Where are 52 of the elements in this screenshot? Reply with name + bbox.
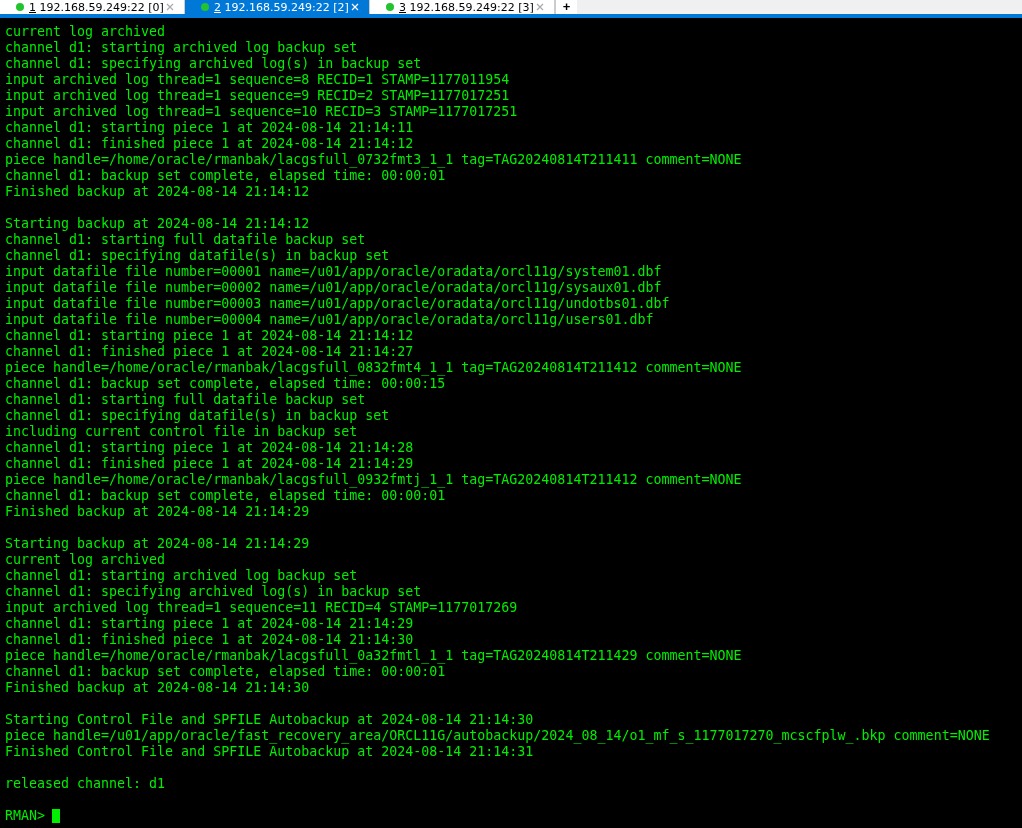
terminal-line: Starting Control File and SPFILE Autobackup at 2024-08-14 21:14:30	[5, 712, 534, 728]
terminal-line: piece handle=/home/oracle/rmanbak/lacgsfull_0732fmt3_1_1 tag=TAG20240814T211411 comment=NONE	[5, 152, 742, 168]
terminal-line: channel d1: backup set complete, elapsed time: 00:00:01	[5, 664, 446, 680]
terminal-line: piece handle=/home/oracle/rmanbak/lacgsfull_0a32fmtl_1_1 tag=TAG20240814T211429 comment=NONE	[5, 648, 742, 664]
terminal-line: input archived log thread=1 sequence=9 RECID=2 STAMP=1177017251	[5, 88, 510, 104]
terminal-line: channel d1: starting piece 1 at 2024-08-14 21:14:12	[5, 328, 414, 344]
terminal-line: channel d1: starting full datafile backup set	[5, 232, 366, 248]
text-cursor	[52, 809, 61, 823]
terminal-line: channel d1: specifying datafile(s) in backup set	[5, 408, 390, 424]
terminal-line: Finished Control File and SPFILE Autobackup at 2024-08-14 21:14:31	[5, 744, 534, 760]
terminal-line: input datafile file number=00004 name=/u01/app/oracle/oradata/orcl11g/users01.dbf	[5, 312, 654, 328]
terminal-line: piece handle=/u01/app/oracle/fast_recovery_area/ORCL11G/autobackup/2024_08_14/o1_mf_s_1177017270_mcscfplw_.bkp comment=NONE	[5, 728, 990, 744]
session-tab[interactable]: 1 192.168.59.249:22 [0]	[0, 0, 185, 14]
terminal-line: input datafile file number=00003 name=/u01/app/oracle/oradata/orcl11g/undotbs01.dbf	[5, 296, 670, 312]
terminal-line: channel d1: starting archived log backup set	[5, 568, 358, 584]
terminal-line: Finished backup at 2024-08-14 21:14:12	[5, 184, 310, 200]
terminal-line: input archived log thread=1 sequence=8 RECID=1 STAMP=1177011954	[5, 72, 510, 88]
terminal-line: channel d1: starting piece 1 at 2024-08-14 21:14:11	[5, 120, 414, 136]
terminal-line: current log archived	[5, 24, 166, 40]
terminal-line: channel d1: starting full datafile backup set	[5, 392, 366, 408]
terminal-line: channel d1: finished piece 1 at 2024-08-14 21:14:30	[5, 632, 414, 648]
terminal-line: channel d1: finished piece 1 at 2024-08-14 21:14:12	[5, 136, 414, 152]
terminal-line: input datafile file number=00002 name=/u01/app/oracle/oradata/orcl11g/sysaux01.dbf	[5, 280, 662, 296]
session-tab[interactable]: 3 192.168.59.249:22 [3]	[370, 0, 555, 14]
terminal-line: channel d1: backup set complete, elapsed time: 00:00:01	[5, 488, 446, 504]
terminal-line: including current control file in backup set	[5, 424, 358, 440]
terminal-line: channel d1: backup set complete, elapsed time: 00:00:01	[5, 168, 446, 184]
terminal-line: input datafile file number=00001 name=/u01/app/oracle/oradata/orcl11g/system01.dbf	[5, 264, 662, 280]
terminal-line: channel d1: finished piece 1 at 2024-08-14 21:14:29	[5, 456, 414, 472]
terminal-line: released channel: d1	[5, 776, 166, 792]
terminal-line: input archived log thread=1 sequence=11 RECID=4 STAMP=1177017269	[5, 600, 518, 616]
terminal-line: Finished backup at 2024-08-14 21:14:30	[5, 680, 310, 696]
terminal-line: channel d1: starting piece 1 at 2024-08-14 21:14:28	[5, 440, 414, 456]
terminal-line: channel d1: backup set complete, elapsed time: 00:00:15	[5, 376, 446, 392]
terminal-line: piece handle=/home/oracle/rmanbak/lacgsfull_0832fmt4_1_1 tag=TAG20240814T211412 comment=NONE	[5, 360, 742, 376]
terminal-line: channel d1: specifying archived log(s) in backup set	[5, 584, 422, 600]
terminal-line: channel d1: finished piece 1 at 2024-08-14 21:14:27	[5, 344, 414, 360]
terminal-line: channel d1: specifying datafile(s) in backup set	[5, 248, 390, 264]
terminal-line: Finished backup at 2024-08-14 21:14:29	[5, 504, 310, 520]
new-tab-button[interactable]: +	[555, 0, 577, 14]
shell-prompt: RMAN>	[5, 808, 46, 824]
terminal-line: channel d1: specifying archived log(s) in backup set	[5, 56, 422, 72]
close-icon[interactable]	[166, 3, 174, 11]
session-tab[interactable]: 2 192.168.59.249:22 [2]	[185, 0, 370, 14]
terminal-line: Starting backup at 2024-08-14 21:14:12	[5, 216, 310, 232]
terminal-line: current log archived	[5, 552, 166, 568]
terminal-line: piece handle=/home/oracle/rmanbak/lacgsfull_0932fmtj_1_1 tag=TAG20240814T211412 comment=NONE	[5, 472, 742, 488]
close-icon[interactable]	[536, 3, 544, 11]
terminal-line: channel d1: starting archived log backup set	[5, 40, 358, 56]
terminal-line: channel d1: starting piece 1 at 2024-08-14 21:14:29	[5, 616, 414, 632]
terminal-line: Starting backup at 2024-08-14 21:14:29	[5, 536, 310, 552]
terminal-line: input archived log thread=1 sequence=10 RECID=3 STAMP=1177017251	[5, 104, 518, 120]
